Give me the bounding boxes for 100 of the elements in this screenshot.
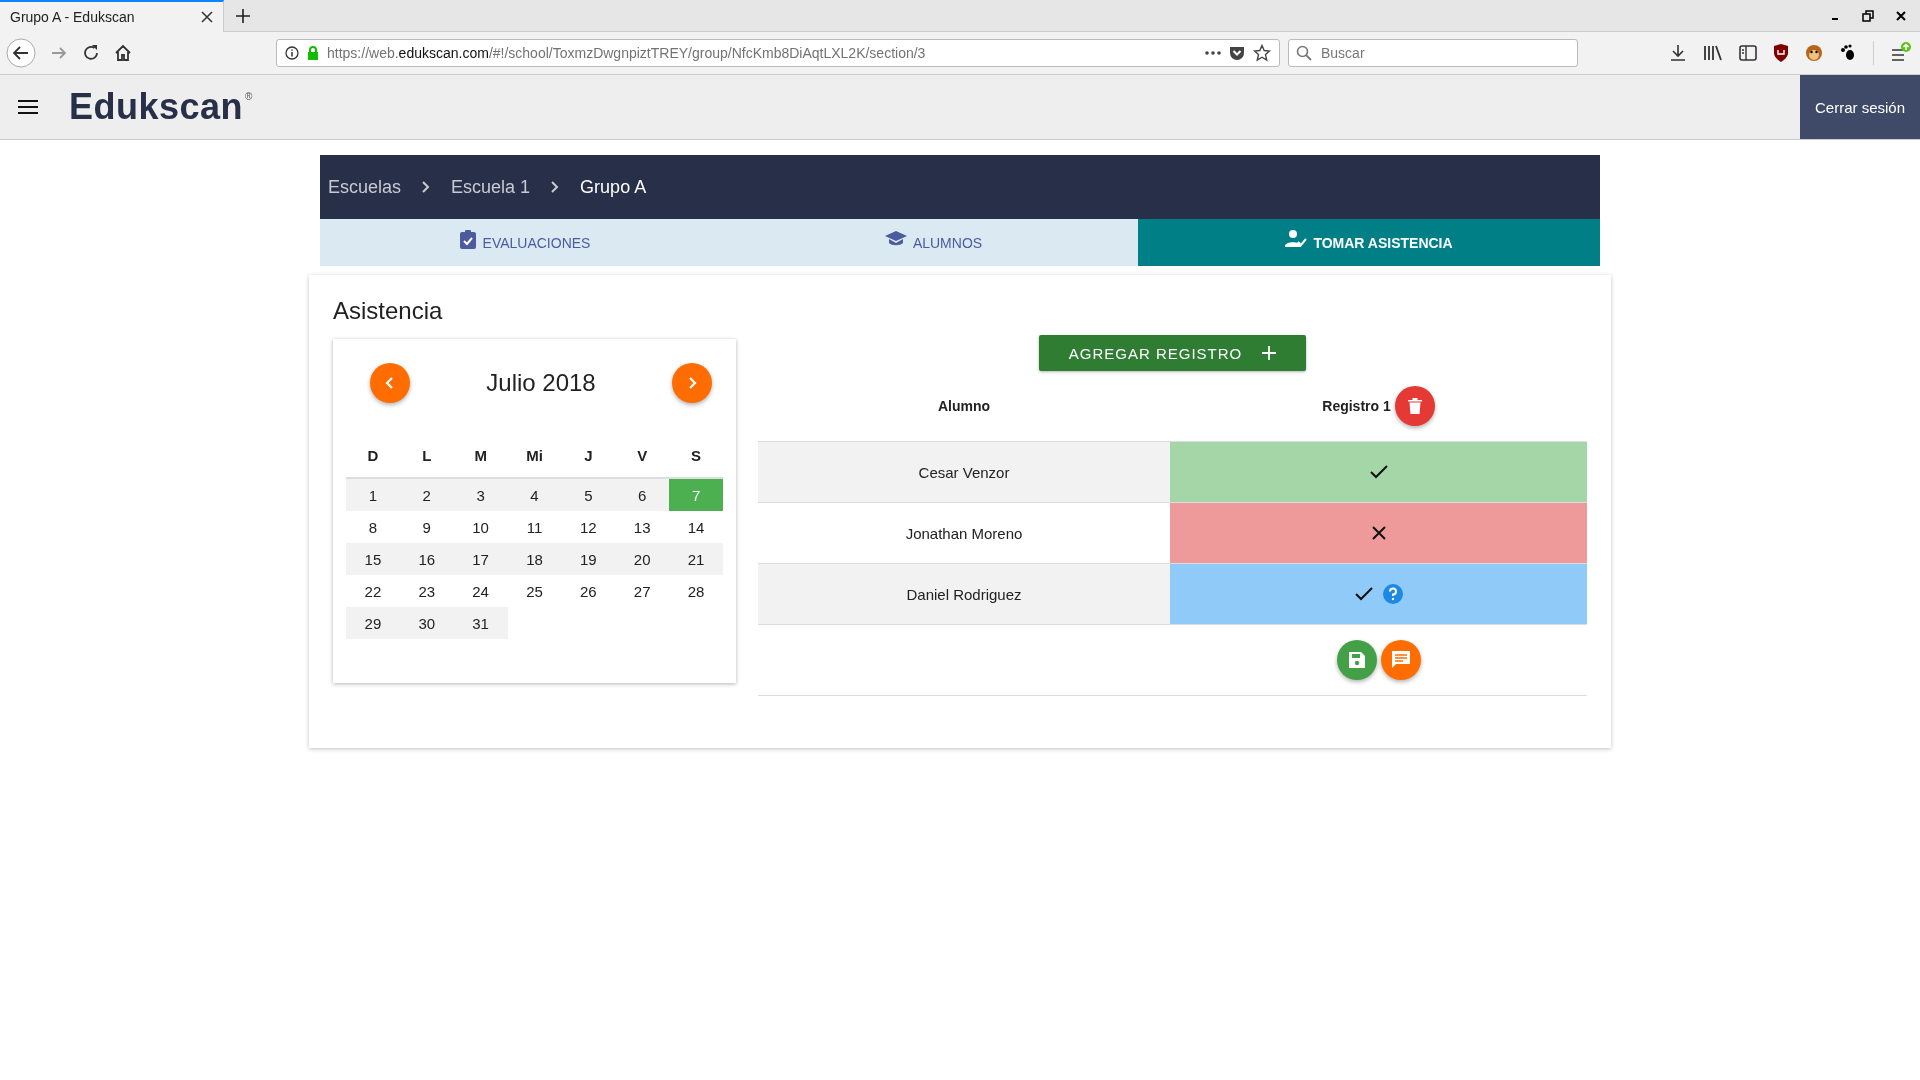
add-record-button[interactable]: AGREGAR REGISTRO: [1038, 335, 1307, 371]
download-icon[interactable]: [1669, 44, 1687, 62]
weekday-label: L: [421, 446, 433, 464]
close-icon[interactable]: [201, 10, 213, 23]
calendar-day[interactable]: 22: [346, 575, 400, 607]
calendar-day[interactable]: 30: [399, 607, 454, 639]
person-check-icon: [1285, 229, 1308, 248]
month-title: Julio 2018: [486, 369, 596, 397]
calendar-day[interactable]: 10: [453, 511, 508, 543]
column-header: Registro 1: [1322, 398, 1391, 414]
calendar-day[interactable]: 21: [669, 543, 723, 575]
student-name-cell: Daniel Rodriguez: [758, 564, 1170, 624]
calendar-day[interactable]: 11: [507, 511, 562, 543]
sidebar-icon[interactable]: [1739, 45, 1757, 61]
weekday-label: S: [690, 446, 703, 464]
calendar-day[interactable]: 15: [346, 543, 400, 575]
chevron-right-icon: [550, 180, 561, 194]
delete-button[interactable]: [1394, 386, 1435, 426]
browser-tab[interactable]: Grupo A - Edukscan: [0, 0, 224, 32]
star-icon[interactable]: [1253, 44, 1271, 62]
calendar-day[interactable]: 12: [561, 511, 616, 543]
check-icon: [1369, 465, 1388, 479]
weekday-label: Mi: [525, 446, 544, 464]
calendar-day[interactable]: 31: [453, 607, 508, 639]
address-field[interactable]: https://web.edukscan.com/#!/school/ToxmzDwgnpiztTREY/group/NfcKmb8DiAqtLXL2K/section/3: [276, 39, 1280, 67]
attendance-cell[interactable]: [1170, 503, 1587, 563]
calendar-day[interactable]: 28: [669, 575, 723, 607]
weekday-label: D: [366, 446, 380, 464]
weekday-label: M: [473, 446, 488, 464]
check-icon: [1354, 587, 1373, 601]
calendar-day[interactable]: 29: [346, 607, 400, 639]
save-button[interactable]: [1336, 640, 1377, 680]
calendar-day[interactable]: 24: [453, 575, 508, 607]
calendar-day[interactable]: 3: [453, 479, 508, 511]
chevron-right-icon: [687, 376, 697, 390]
calendar-day[interactable]: 17: [453, 543, 508, 575]
calendar-day[interactable]: 25: [507, 575, 562, 607]
breadcrumb-link[interactable]: Escuelas: [328, 176, 402, 198]
attendance-cell[interactable]: [1170, 564, 1587, 624]
calendar-day[interactable]: 4: [507, 479, 562, 511]
calendar-day[interactable]: 2: [399, 479, 454, 511]
search-icon: [1296, 45, 1312, 61]
calendar-day[interactable]: 14: [669, 511, 723, 543]
monkey-icon[interactable]: [1805, 44, 1823, 62]
home-icon[interactable]: [114, 44, 132, 62]
calendar-day[interactable]: 23: [399, 575, 454, 607]
attendance-cell[interactable]: [1170, 442, 1587, 502]
previous-month-button[interactable]: [370, 363, 410, 403]
graduation-cap-icon: [884, 230, 907, 247]
plus-icon: [1262, 346, 1277, 360]
weekday-label: V: [636, 446, 649, 464]
info-icon[interactable]: [285, 46, 299, 60]
calendar-day[interactable]: 19: [561, 543, 616, 575]
menu-icon[interactable]: [17, 99, 39, 115]
calendar-day[interactable]: 27: [615, 575, 670, 607]
breadcrumb-link[interactable]: Grupo A: [580, 176, 647, 198]
calendar-day[interactable]: 5: [561, 479, 616, 511]
padlock-icon: [307, 46, 319, 60]
footprint-icon[interactable]: [1839, 44, 1857, 62]
tab-title: Grupo A - Edukscan: [10, 8, 135, 25]
reload-icon[interactable]: [82, 44, 100, 62]
breadcrumb-link[interactable]: Escuela 1: [451, 176, 531, 198]
section-tab[interactable]: EVALUACIONES: [320, 219, 729, 266]
question-icon: [1382, 584, 1403, 604]
calendar-day[interactable]: 26: [561, 575, 616, 607]
trash-icon: [1407, 398, 1422, 414]
calendar-day[interactable]: 1: [346, 479, 400, 511]
plus-icon[interactable]: [236, 8, 250, 23]
close-icon[interactable]: [1896, 10, 1906, 21]
calendar-day[interactable]: 9: [399, 511, 454, 543]
student-name-cell-text: Jonathan Moreno: [904, 523, 1024, 544]
chevron-left-icon: [385, 376, 395, 390]
pocket-icon[interactable]: [1229, 45, 1245, 61]
search-field[interactable]: Buscar: [1288, 39, 1578, 67]
cross-icon: [1371, 526, 1386, 540]
weekday-label: J: [583, 446, 594, 464]
shield-icon[interactable]: [1773, 44, 1789, 62]
clipboard-check-icon: [458, 228, 477, 249]
library-icon[interactable]: [1703, 44, 1723, 62]
registered-mark: ®: [245, 91, 253, 102]
more-icon[interactable]: [1205, 51, 1221, 55]
logout-button[interactable]: Cerrar sesión: [1800, 75, 1920, 139]
comment-button[interactable]: [1380, 640, 1421, 680]
section-tab[interactable]: ALUMNOS: [729, 219, 1138, 266]
calendar-day[interactable]: 18: [507, 543, 562, 575]
section-title: Asistencia: [333, 297, 444, 325]
calendar-day[interactable]: 8: [346, 511, 400, 543]
back-icon[interactable]: [6, 38, 36, 68]
student-name-cell: Cesar Venzor: [758, 442, 1170, 502]
calendar-day[interactable]: 20: [615, 543, 670, 575]
next-month-button[interactable]: [672, 363, 712, 403]
restore-icon[interactable]: [1862, 9, 1874, 22]
calendar-day[interactable]: 6: [615, 479, 670, 511]
section-tab[interactable]: TOMAR ASISTENCIA: [1138, 219, 1600, 266]
url-text: https://web.edukscan.com/#!/school/ToxmzDwgnpiztTREY/group/NfcKmb8DiAqtLXL2K/section/3: [327, 45, 927, 61]
calendar-day[interactable]: 16: [399, 543, 454, 575]
chevron-right-icon: [421, 180, 432, 194]
column-header: Alumno: [937, 398, 991, 414]
logo: Edukscan: [69, 86, 244, 128]
calendar-day[interactable]: 13: [615, 511, 670, 543]
